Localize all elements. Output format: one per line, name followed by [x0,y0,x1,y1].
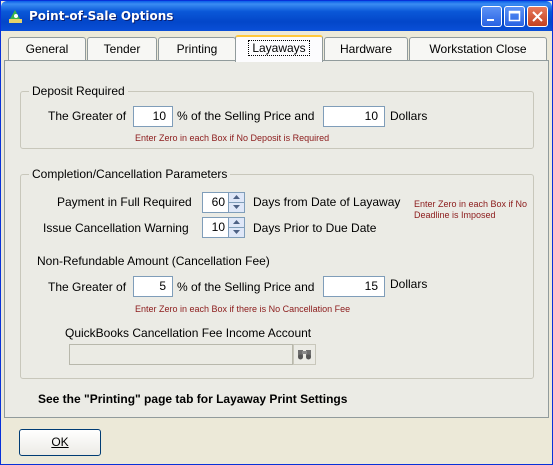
tab-hardware[interactable]: Hardware [324,37,408,61]
warning-days-value[interactable]: 10 [202,217,228,238]
payment-days-value[interactable]: 60 [202,192,228,213]
pos-options-window: Point-of-Sale Options General Tender Pri… [0,0,553,465]
minimize-icon [487,19,494,21]
cancellation-warning-label: Issue Cancellation Warning [43,221,189,235]
fee-greater-of-label: The Greater of [48,280,127,294]
spin-down-button[interactable] [228,227,245,238]
printing-tab-note: See the "Printing" page tab for Layaway … [38,392,348,406]
qb-account-label: QuickBooks Cancellation Fee Income Accou… [65,326,312,340]
warning-days-suffix: Days Prior to Due Date [253,221,377,235]
chevron-down-icon [233,205,240,209]
minimize-button[interactable] [481,6,502,27]
tab-general[interactable]: General [8,37,86,61]
app-icon [9,10,22,23]
deposit-percent-label: % of the Selling Price and [177,109,315,123]
deposit-note: Enter Zero in each Box if No Deposit is … [135,133,330,143]
ok-button[interactable]: OK [19,429,101,456]
close-button[interactable] [527,6,548,27]
maximize-icon [508,10,521,22]
spin-down-button[interactable] [228,202,245,213]
deposit-dollars-label: Dollars [390,109,428,123]
fee-dollar-input[interactable]: 15 [323,276,385,297]
layaways-panel: Deposit Required The Greater of 10 % of … [4,60,549,418]
completion-group-title: Completion/Cancellation Parameters [29,167,231,181]
qb-account-field [69,344,293,365]
cancellation-fee-heading: Non-Refundable Amount (Cancellation Fee) [37,254,270,268]
fee-percent-input[interactable]: 5 [133,276,173,297]
fee-dollars-label: Dollars [390,277,428,291]
account-lookup-button[interactable] [293,344,316,365]
deposit-percent-input[interactable]: 10 [133,106,173,127]
chevron-up-icon [233,220,240,224]
tab-layaways[interactable]: Layaways [235,35,323,62]
deposit-group-title: Deposit Required [29,84,128,98]
maximize-button[interactable] [504,6,525,27]
payment-days-spinner[interactable]: 60 [202,192,246,213]
close-icon [532,11,543,22]
payment-full-label: Payment in Full Required [57,195,192,209]
warning-days-spinner[interactable]: 10 [202,217,246,238]
deposit-dollar-input[interactable]: 10 [323,106,385,127]
window-title: Point-of-Sale Options [29,9,174,23]
binoculars-icon [298,350,311,360]
fee-note: Enter Zero in each Box if there is No Ca… [135,304,351,314]
payment-days-suffix: Days from Date of Layaway [253,195,401,209]
tab-printing[interactable]: Printing [158,37,236,61]
deposit-greater-of-label: The Greater of [48,109,127,123]
chevron-up-icon [233,195,240,199]
tab-workstation-close[interactable]: Workstation Close [409,37,547,61]
tab-tender[interactable]: Tender [87,37,157,61]
chevron-down-icon [233,230,240,234]
fee-percent-label: % of the Selling Price and [177,280,315,294]
deadline-note: Enter Zero in each Box if No Deadline is… [414,199,528,220]
title-bar[interactable]: Point-of-Sale Options [1,1,552,31]
ok-button-label: OK [51,435,69,449]
